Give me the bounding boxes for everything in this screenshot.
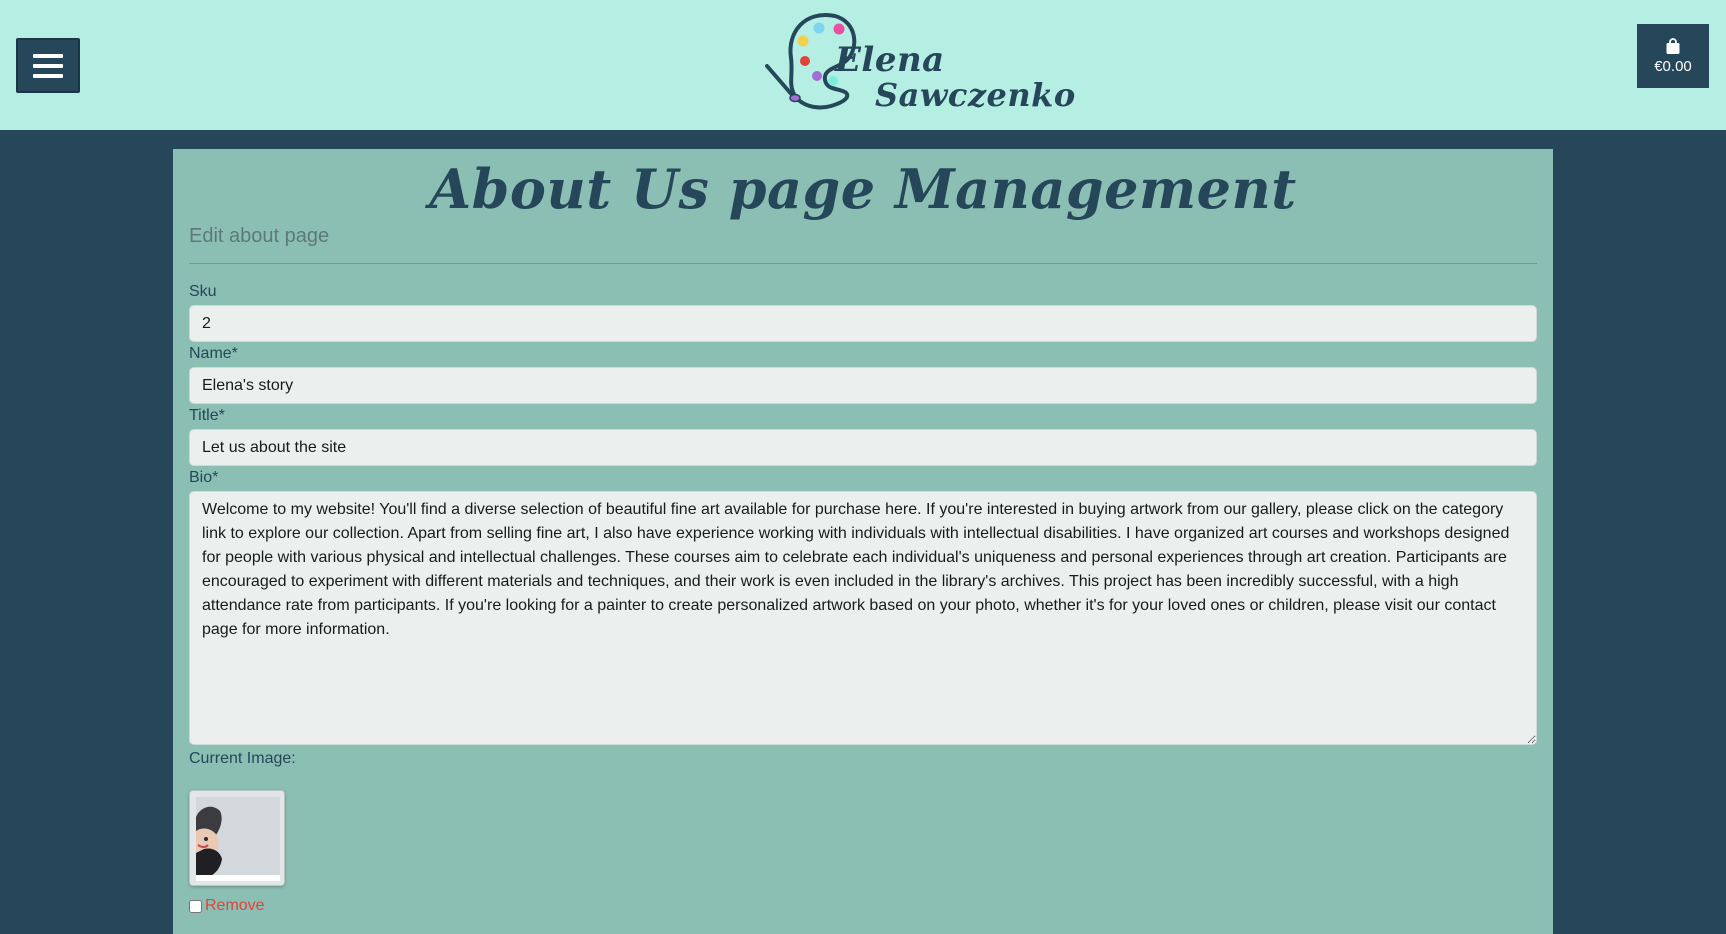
cart-total: €0.00 bbox=[1654, 57, 1692, 75]
divider bbox=[189, 263, 1537, 264]
remove-image-row: Remove bbox=[189, 897, 265, 915]
sku-input[interactable] bbox=[189, 305, 1537, 342]
menu-toggle-button[interactable] bbox=[16, 38, 80, 93]
site-header: Elena Sawczenko €0.00 bbox=[0, 0, 1726, 130]
current-image-label: Current Image: bbox=[189, 750, 296, 767]
logo-last-name: Sawczenko bbox=[875, 76, 1076, 114]
shopping-bag-icon bbox=[1666, 37, 1680, 54]
bio-textarea[interactable]: Welcome to my website! You'll find a div… bbox=[189, 491, 1537, 745]
portrait-image bbox=[190, 791, 284, 885]
site-logo[interactable]: Elena Sawczenko bbox=[765, 10, 1075, 120]
logo-first-name: Elena bbox=[835, 40, 945, 80]
name-input[interactable] bbox=[189, 367, 1537, 404]
title-label: Title* bbox=[189, 407, 225, 424]
management-panel: About Us page Management Edit about page… bbox=[173, 149, 1553, 934]
remove-image-label[interactable]: Remove bbox=[205, 897, 265, 915]
hamburger-icon bbox=[33, 53, 63, 58]
sku-label: Sku bbox=[189, 283, 217, 300]
cart-button[interactable]: €0.00 bbox=[1637, 24, 1709, 88]
page-title: About Us page Management bbox=[429, 157, 1297, 221]
page-subtitle: Edit about page bbox=[189, 225, 330, 247]
title-input[interactable] bbox=[189, 429, 1537, 466]
remove-image-checkbox[interactable] bbox=[189, 899, 202, 913]
current-image-thumbnail[interactable] bbox=[189, 790, 285, 886]
bio-label: Bio* bbox=[189, 469, 219, 486]
name-label: Name* bbox=[189, 345, 238, 362]
